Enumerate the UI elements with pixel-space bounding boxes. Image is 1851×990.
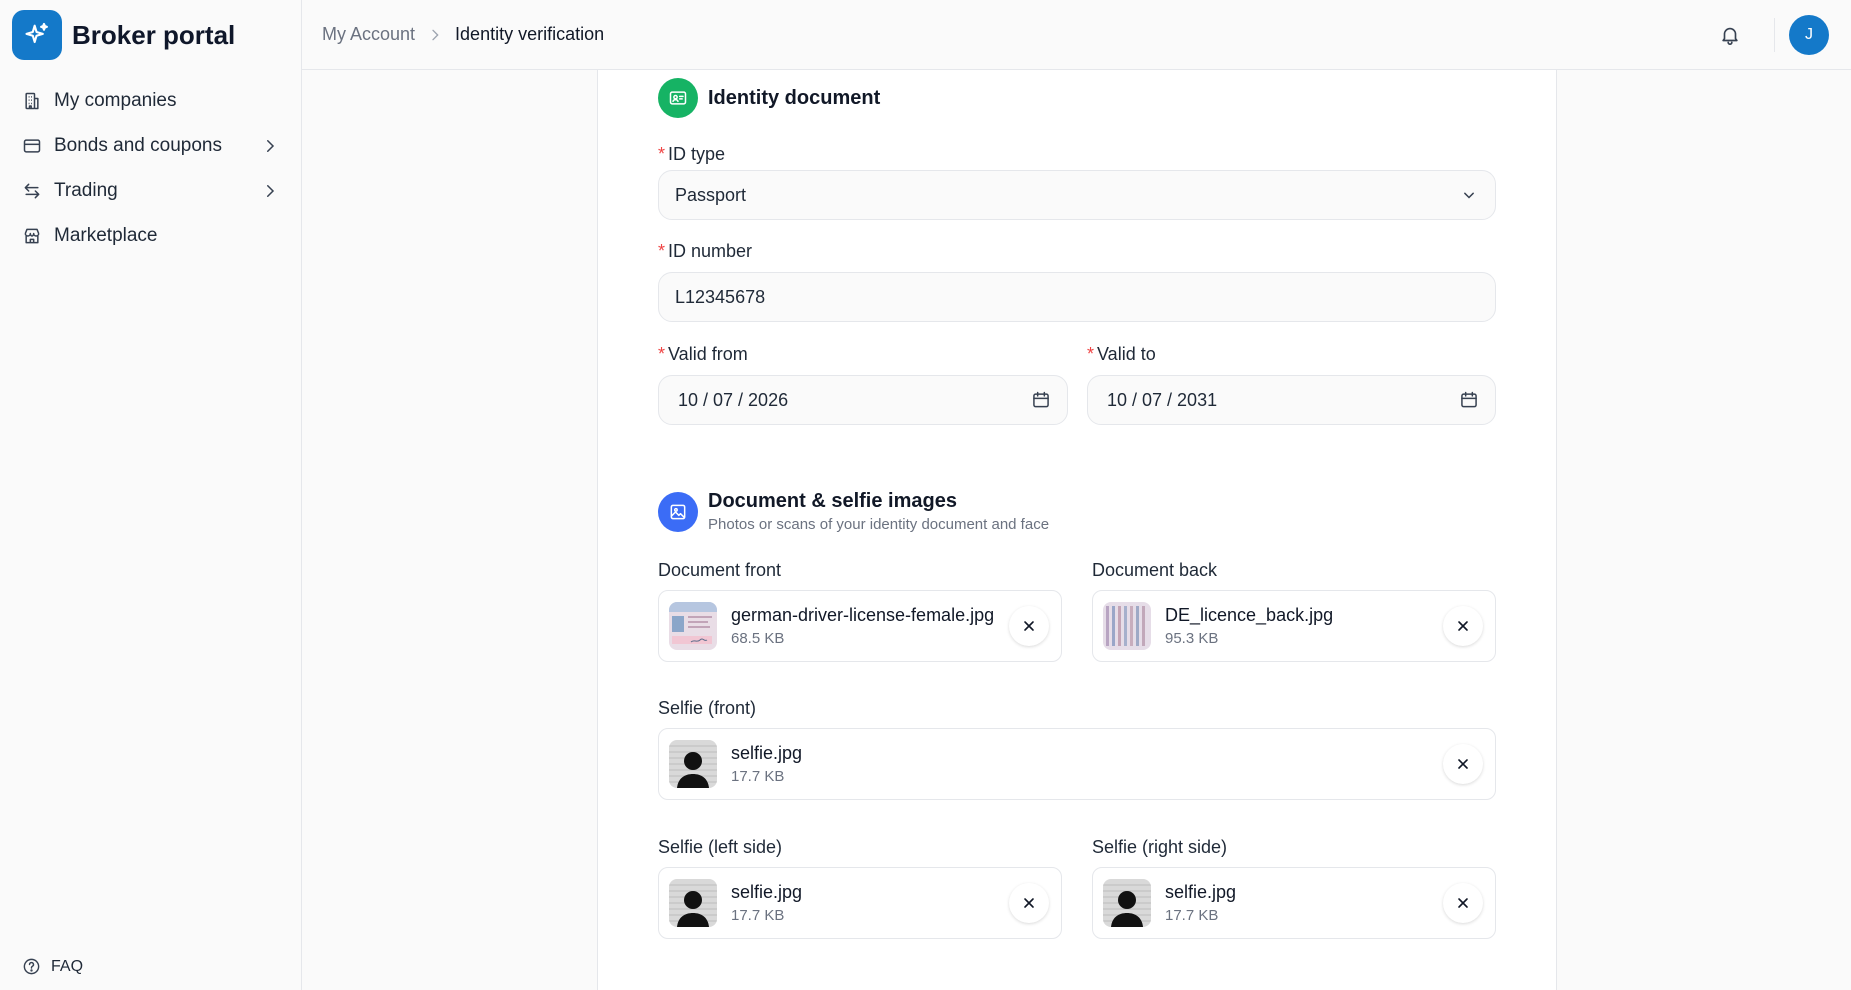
content-panel: Identity document * ID type Passport * ID … (597, 70, 1557, 990)
store-icon (22, 226, 42, 246)
date-value: 10 / 07 / 2031 (1107, 389, 1218, 410)
sidebar-item-my-companies[interactable]: My companies (0, 78, 301, 123)
section-title: Document & selfie images (708, 490, 957, 512)
input-value: L12345678 (675, 286, 766, 307)
arrows-swap-icon (22, 181, 42, 201)
document-front-file[interactable]: german-driver-license-female.jpg 68.5 KB (658, 590, 1062, 662)
chevron-right-icon (261, 182, 279, 200)
avatar[interactable]: J (1789, 14, 1829, 55)
file-size: 17.7 KB (731, 907, 785, 924)
field-label: ID number (668, 241, 753, 261)
chevron-right-icon (427, 27, 443, 43)
selfie-thumbnail (669, 879, 717, 927)
id-number-input[interactable]: L12345678 (658, 272, 1496, 322)
selfie-right-file[interactable]: selfie.jpg 17.7 KB (1092, 867, 1496, 939)
sidebar-item-label: My companies (54, 89, 177, 111)
section-subtitle: Photos or scans of your identity documen… (708, 516, 1050, 533)
remove-file-button[interactable] (1009, 883, 1049, 923)
selfie-left-file[interactable]: selfie.jpg 17.7 KB (658, 867, 1062, 939)
selfie-front-file[interactable]: selfie.jpg 17.7 KB (658, 728, 1496, 800)
sidebar-nav: My companies Bonds and coupons Trading M… (0, 78, 301, 258)
remove-file-button[interactable] (1443, 883, 1483, 923)
id-number-field: * ID number L12345678 (658, 241, 1496, 322)
remove-file-button[interactable] (1443, 744, 1483, 784)
valid-from-field: * Valid from 10 / 07 / 2026 (658, 344, 1068, 425)
document-back-field: Document back DE_licence_back.jpg 95.3 K… (1092, 560, 1496, 662)
top-actions: J (1710, 14, 1829, 55)
required-asterisk: * (1087, 344, 1095, 364)
field-label: Selfie (left side) (658, 837, 783, 857)
date-value: 10 / 07 / 2026 (678, 389, 789, 410)
brand-name: Broker portal (72, 19, 236, 50)
remove-file-button[interactable] (1443, 606, 1483, 646)
remove-file-button[interactable] (1009, 606, 1049, 646)
valid-to-field: * Valid to 10 / 07 / 2031 (1087, 344, 1496, 425)
identity-section-header: Identity document (658, 78, 1496, 118)
selfie-thumbnail (669, 740, 717, 788)
field-label: Selfie (right side) (1092, 837, 1228, 857)
selfie-front-field: Selfie (front) selfie.jpg 17.7 KB (658, 698, 1496, 800)
help-circle-icon (22, 957, 41, 976)
required-asterisk: * (658, 344, 666, 364)
card-icon (22, 136, 42, 156)
field-label: ID type (668, 144, 726, 164)
valid-from-date-input[interactable]: 10 / 07 / 2026 (658, 375, 1068, 425)
document-front-field: Document front german-driver-license-fem… (658, 560, 1062, 662)
top-bar: My Account Identity verification J (302, 0, 1851, 70)
required-asterisk: * (658, 241, 666, 261)
breadcrumb-my-account[interactable]: My Account (322, 24, 415, 45)
file-size: 17.7 KB (731, 768, 785, 785)
chevron-down-icon (1459, 185, 1479, 205)
field-label: Valid from (668, 344, 748, 364)
calendar-icon[interactable] (1031, 390, 1051, 410)
sidebar-item-label: Marketplace (54, 224, 158, 246)
breadcrumb-current: Identity verification (455, 24, 605, 44)
sidebar-item-label: Bonds and coupons (54, 134, 222, 156)
image-icon (658, 491, 698, 532)
sidebar-item-label: Trading (54, 179, 118, 201)
document-back-file[interactable]: DE_licence_back.jpg 95.3 KB (1092, 590, 1496, 662)
sidebar-item-bonds-and-coupons[interactable]: Bonds and coupons (0, 123, 301, 168)
field-label: Document back (1092, 560, 1218, 580)
section-title: Identity document (708, 86, 881, 109)
selfie-left-field: Selfie (left side) selfie.jpg 17.7 KB (658, 837, 1062, 939)
field-label: Valid to (1097, 344, 1156, 364)
divider (1774, 17, 1775, 52)
valid-to-date-input[interactable]: 10 / 07 / 2031 (1087, 375, 1496, 425)
selfie-right-field: Selfie (right side) selfie.jpg 17.7 KB (1092, 837, 1496, 939)
images-section-header: Document & selfie images Photos or scans… (658, 490, 1496, 533)
file-size: 17.7 KB (1165, 907, 1219, 924)
faq-label: FAQ (51, 957, 84, 975)
breadcrumb: My Account Identity verification (302, 24, 604, 45)
id-type-field: * ID type Passport (658, 144, 1496, 220)
field-label: Document front (658, 560, 782, 580)
file-name: selfie.jpg (1165, 882, 1237, 902)
sparkle-logo-icon (12, 10, 62, 60)
license-front-thumbnail (669, 602, 717, 650)
required-asterisk: * (658, 144, 666, 164)
license-back-thumbnail (1103, 602, 1151, 650)
id-type-select[interactable]: Passport (658, 170, 1496, 220)
file-size: 95.3 KB (1165, 630, 1219, 647)
brand[interactable]: Broker portal (0, 0, 301, 70)
file-name: selfie.jpg (731, 882, 803, 902)
faq-link[interactable]: FAQ (22, 957, 83, 976)
chevron-right-icon (261, 137, 279, 155)
sidebar-item-trading[interactable]: Trading (0, 168, 301, 213)
building-icon (22, 91, 42, 111)
selfie-thumbnail (1103, 879, 1151, 927)
file-name: german-driver-license-female.jpg (731, 605, 995, 625)
sidebar: Broker portal My companies Bonds and cou… (0, 0, 302, 990)
id-card-icon (658, 78, 698, 118)
sidebar-item-marketplace[interactable]: Marketplace (0, 213, 301, 258)
notifications-bell-icon[interactable] (1710, 15, 1750, 55)
field-label: Selfie (front) (658, 698, 757, 718)
select-value: Passport (675, 184, 747, 205)
file-name: DE_licence_back.jpg (1165, 605, 1334, 625)
calendar-icon[interactable] (1459, 390, 1479, 410)
file-size: 68.5 KB (731, 630, 785, 647)
file-name: selfie.jpg (731, 743, 803, 763)
